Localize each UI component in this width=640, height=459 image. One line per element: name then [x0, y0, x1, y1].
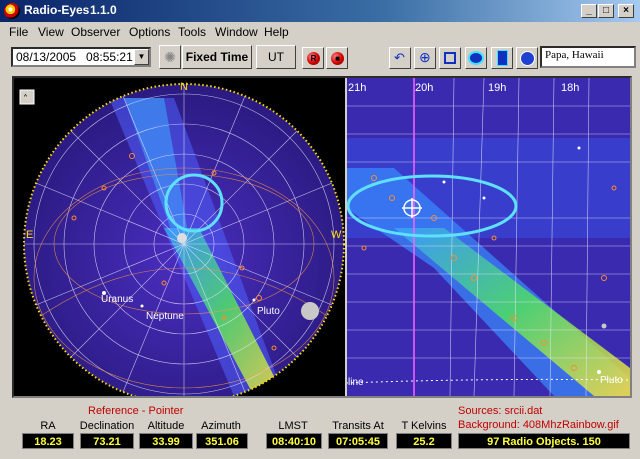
- starburst-icon: ✺: [164, 49, 176, 65]
- declination-label: Declination: [79, 420, 135, 432]
- azimuth-value: 351.06: [196, 433, 248, 449]
- window-version: 1.1.0: [90, 3, 117, 17]
- menu-window[interactable]: Window: [215, 25, 258, 39]
- title-bar[interactable]: Radio-Eyes 1.1.0 _ □ ×: [0, 0, 640, 22]
- zoom-box-button[interactable]: [439, 47, 461, 69]
- sky-flat-button[interactable]: [491, 47, 513, 69]
- datetime-value: 08/13/2005 08:55:21: [16, 50, 133, 64]
- label-line: line: [348, 377, 364, 388]
- menu-view[interactable]: View: [38, 25, 64, 39]
- label-neptune: Neptune: [146, 311, 184, 322]
- sky-flat-map[interactable]: [346, 78, 630, 396]
- stop-icon: ■: [331, 52, 344, 65]
- globe-button[interactable]: [516, 47, 538, 69]
- declination-value: 73.21: [80, 433, 134, 449]
- kelvins-label: T Kelvins: [401, 420, 447, 432]
- menu-observer[interactable]: Observer: [71, 25, 120, 39]
- radio-objects-count: 97 Radio Objects. 150: [458, 433, 630, 449]
- record-icon: R: [307, 52, 320, 65]
- menu-tools[interactable]: Tools: [178, 25, 206, 39]
- menu-options[interactable]: Options: [129, 25, 170, 39]
- sky-dome[interactable]: [23, 83, 345, 396]
- center-button[interactable]: ⊕: [414, 47, 436, 69]
- menu-file[interactable]: File: [9, 25, 28, 39]
- datetime-combo[interactable]: 08/13/2005 08:55:21 ▼: [11, 47, 151, 67]
- reference-label: Reference - Pointer: [88, 405, 184, 417]
- menu-bar: File View Observer Options Tools Window …: [0, 22, 640, 42]
- ra-tick-20h: 20h: [415, 82, 433, 94]
- minimize-button[interactable]: _: [581, 4, 597, 18]
- record-button[interactable]: R: [302, 47, 324, 69]
- fixed-time-button[interactable]: Fixed Time: [182, 45, 252, 69]
- lmst-label: LMST: [278, 420, 308, 432]
- ut-button[interactable]: UT: [256, 45, 296, 69]
- ra-tick-19h: 19h: [488, 82, 506, 94]
- altitude-label: Altitude: [147, 420, 185, 432]
- sky-map[interactable]: ˄ N E W Uranus Neptune Pluto 21h 20h 19h…: [14, 78, 630, 396]
- undo-icon: ↶: [394, 50, 405, 65]
- close-button[interactable]: ×: [618, 4, 634, 18]
- compass-east: E: [26, 229, 33, 241]
- label-pluto-dome: Pluto: [257, 306, 280, 317]
- caret-up-icon: ˄: [23, 93, 28, 105]
- clock-button[interactable]: ✺: [159, 45, 181, 69]
- chevron-down-icon[interactable]: ▼: [134, 49, 149, 65]
- crosshair-icon: ⊕: [419, 49, 431, 65]
- sources-label: Sources: srcii.dat: [458, 405, 543, 417]
- app-icon: [4, 3, 20, 19]
- globe-icon: [520, 51, 535, 66]
- altitude-value: 33.99: [139, 433, 193, 449]
- ra-tick-18h: 18h: [561, 82, 579, 94]
- ra-label: RA: [40, 420, 56, 432]
- label-uranus: Uranus: [101, 294, 133, 305]
- sky-dome-button[interactable]: [465, 47, 487, 69]
- kelvins-value: 25.2: [396, 433, 452, 449]
- undo-view-button[interactable]: ↶: [389, 47, 411, 69]
- window-title: Radio-Eyes: [24, 3, 90, 17]
- dome-icon: [468, 51, 484, 65]
- stop-button[interactable]: ■: [326, 47, 348, 69]
- compass-north: N: [180, 81, 188, 93]
- compass-west: W: [331, 229, 342, 241]
- select-box-icon: [444, 52, 456, 64]
- transits-value: 07:05:45: [328, 433, 388, 449]
- ra-value: 18.23: [22, 433, 74, 449]
- grid-icon: [497, 50, 508, 66]
- ra-tick-21h: 21h: [348, 82, 366, 94]
- label-pluto-flat: Pluto: [600, 375, 623, 386]
- maximize-button[interactable]: □: [598, 4, 614, 18]
- transits-label: Transits At: [332, 420, 384, 432]
- sky-display[interactable]: ˄ N E W Uranus Neptune Pluto 21h 20h 19h…: [12, 76, 632, 398]
- azimuth-label: Azimuth: [201, 420, 241, 432]
- background-label: Background: 408MhzRainbow.gif: [458, 419, 619, 431]
- menu-help[interactable]: Help: [264, 25, 289, 39]
- lmst-value: 08:40:10: [266, 433, 322, 449]
- location-field[interactable]: Papa, Hawaii: [540, 46, 636, 68]
